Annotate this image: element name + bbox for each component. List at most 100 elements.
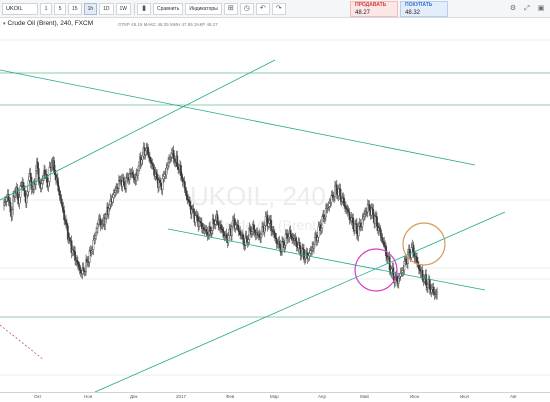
candle-body <box>16 187 19 200</box>
candle-body <box>403 260 406 271</box>
candle-style-icon[interactable]: ▮ <box>137 2 152 15</box>
interval-5-button[interactable]: 5 <box>54 2 66 15</box>
price-chart[interactable]: UKOIL, 240 Crude Oil (Brent) <box>0 18 550 393</box>
candle-body <box>354 223 356 231</box>
candle-body <box>95 231 97 236</box>
candle-body <box>432 286 435 293</box>
candle-body <box>320 228 323 231</box>
candle-body <box>149 160 152 163</box>
candle-body <box>405 258 407 262</box>
candle-body <box>245 235 248 239</box>
interval-1-button[interactable]: 1 <box>40 2 52 15</box>
candle-body <box>65 219 67 224</box>
chart-pane[interactable]: UKOIL, 240 Crude Oil (Brent) <box>0 18 550 393</box>
candle-body <box>38 181 41 184</box>
candle-body <box>162 176 165 179</box>
candle-body <box>247 239 250 243</box>
candle-body <box>24 190 26 197</box>
buy-button[interactable]: ПОКУПАТЬ 48.32 <box>400 1 448 17</box>
time-axis-label: Май <box>360 394 369 399</box>
candle-body <box>156 174 159 179</box>
candle-body <box>165 167 168 176</box>
candle-body <box>144 150 147 155</box>
candle-body <box>196 214 199 218</box>
candle-body <box>317 226 320 238</box>
candle-body <box>258 233 261 238</box>
interval-1h-button[interactable]: 1h <box>83 2 98 15</box>
indicators-button[interactable]: Индикаторы <box>185 2 222 15</box>
time-axis[interactable]: Окт Ноя Дек 2017 Фев Мар Апр Май Июн Июл Авг <box>0 392 550 402</box>
candle-body <box>108 204 111 209</box>
redo-icon[interactable]: ↷ <box>271 2 286 15</box>
compare-button[interactable]: Сравнить <box>153 2 184 15</box>
candle-body <box>137 170 139 176</box>
candle-body <box>133 177 136 180</box>
settings-icon[interactable]: ⚙ <box>507 3 519 15</box>
candle-body <box>138 165 140 172</box>
candle-body <box>308 253 311 257</box>
candle-body <box>298 242 301 246</box>
candle-body <box>148 154 150 158</box>
candle-body <box>47 181 50 187</box>
candle-body <box>309 250 312 254</box>
candle-body <box>26 191 29 196</box>
candle-body <box>339 188 342 200</box>
sell-button[interactable]: ПРОДАВАТЬ 48.27 <box>350 1 398 17</box>
candle-body <box>321 216 324 229</box>
watermark-symbol: UKOIL, 240 <box>190 181 326 211</box>
highlight-circle-retest <box>402 222 446 266</box>
candle-body <box>167 161 170 167</box>
candle-body <box>8 200 11 203</box>
camera-icon[interactable]: ▣ <box>535 3 547 15</box>
candle-body <box>172 150 175 159</box>
alert-icon[interactable]: ◷ <box>239 2 254 15</box>
candle-body <box>264 216 267 226</box>
candle-body <box>337 188 340 197</box>
collapse-legend-icon[interactable]: ▾ <box>3 21 6 27</box>
candle-body <box>122 177 125 183</box>
candle-body <box>212 218 215 225</box>
candle-body <box>180 175 183 179</box>
candle-body <box>152 165 155 170</box>
time-axis-label: Дек <box>130 394 138 399</box>
candle-body <box>267 223 270 227</box>
candle-body <box>380 235 383 239</box>
candle-body <box>12 195 15 211</box>
candle-body <box>263 225 266 233</box>
candle-body <box>11 209 14 218</box>
candle-body <box>114 190 117 193</box>
interval-1d-button[interactable]: 1D <box>99 2 114 15</box>
candle-body <box>251 231 253 234</box>
candle-body <box>5 197 8 202</box>
interval-1w-button[interactable]: 1W <box>115 2 132 15</box>
symbol-search-input[interactable]: UKOIL <box>2 2 38 15</box>
candle-body <box>273 232 276 238</box>
candle-body <box>188 199 190 202</box>
ohlc-readout: ОТКР 48.15 МАКС 48.35 МИН 47.95 ЗАКР 48.… <box>118 22 218 27</box>
candle-body <box>194 215 197 223</box>
fullscreen-icon[interactable]: ⤢ <box>521 3 533 15</box>
candle-body <box>111 197 114 203</box>
candle-body <box>19 185 22 198</box>
template-icon[interactable]: ⊞ <box>223 2 238 15</box>
candle-body <box>82 267 85 271</box>
candle-body <box>221 229 224 233</box>
buy-price: 48.32 <box>405 10 421 16</box>
candle-body <box>428 279 431 290</box>
candle-body <box>159 180 161 183</box>
candle-body <box>289 230 292 235</box>
candle-body <box>423 278 426 282</box>
candle-body <box>53 160 56 171</box>
candle-body <box>220 224 222 229</box>
candle-body <box>427 284 429 288</box>
candle-body <box>330 195 333 203</box>
candle-body <box>104 218 107 226</box>
candle-body <box>36 161 39 169</box>
trend-channel-line <box>0 59 276 201</box>
replay-icon[interactable]: ↶ <box>255 2 270 15</box>
candle-body <box>112 194 115 198</box>
legend-title[interactable]: ▾ Crude Oil (Brent), 240, FXCM <box>3 20 93 27</box>
interval-15-button[interactable]: 15 <box>68 2 82 15</box>
candle-body <box>346 208 349 212</box>
candle-body <box>173 158 176 162</box>
